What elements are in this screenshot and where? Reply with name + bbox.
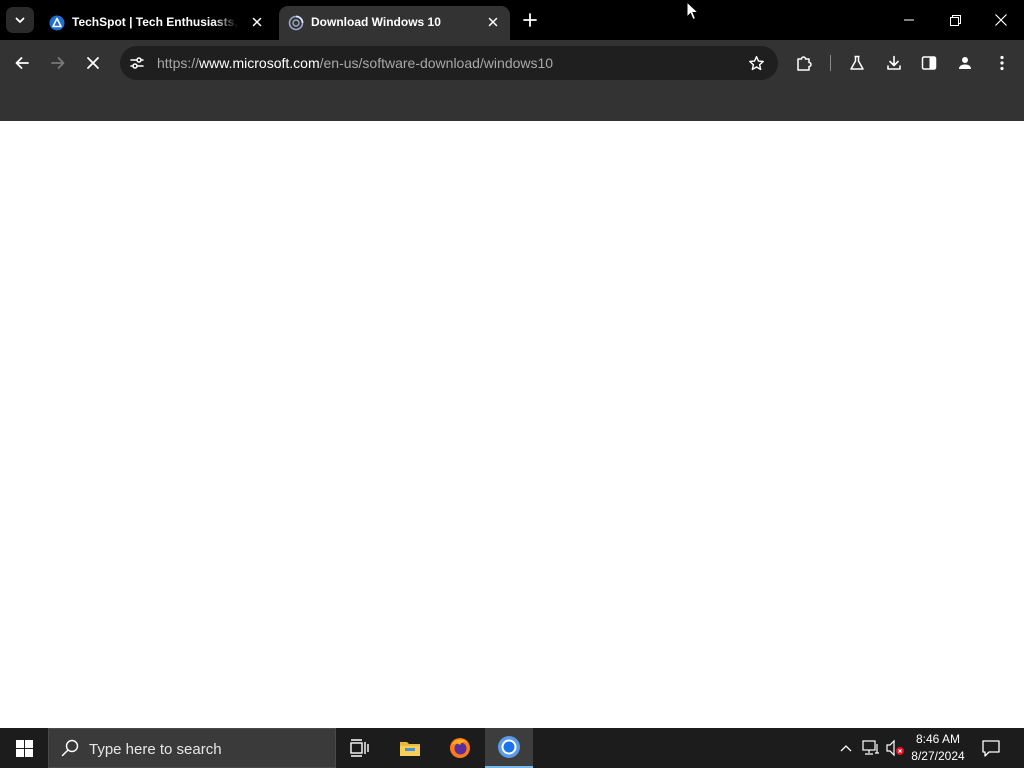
windows-logo-icon [15,739,33,757]
tab-search-button[interactable] [6,7,34,33]
tab-strip: TechSpot | Tech Enthusiasts, Power Users… [0,0,1024,40]
flask-icon [850,55,864,70]
forward-button[interactable] [44,49,72,77]
arrow-right-icon [51,57,65,69]
labs-button[interactable] [843,49,871,77]
minimize-button[interactable] [886,0,932,40]
search-placeholder: Type here to search [89,741,222,758]
stop-loading-button[interactable] [79,49,107,77]
downloads-button[interactable] [880,49,908,77]
action-center-button[interactable] [980,738,1002,758]
extensions-button[interactable] [790,49,818,77]
arrow-left-icon [15,57,29,69]
page-content [0,121,1024,728]
url-scheme: https:// [157,55,200,71]
taskbar: Type here to search 8:46 AM 8/27/2024 [0,728,1024,768]
firefox-icon [450,738,470,758]
browser-toolbar: https://www.microsoft.com/en-us/software… [0,40,1024,86]
folder-icon [400,742,420,756]
task-view-button[interactable] [336,728,384,768]
task-view-icon [350,739,369,757]
volume-muted-icon[interactable] [885,738,905,758]
download-icon [887,55,901,70]
new-tab-button[interactable] [519,9,541,31]
plus-icon [523,13,537,27]
search-icon [61,739,79,757]
taskbar-search-box[interactable]: Type here to search [48,728,336,768]
clock-date: 8/27/2024 [911,749,965,763]
puzzle-icon [797,56,812,71]
minimize-icon [904,19,914,21]
close-icon [995,14,1007,26]
close-icon [87,57,99,69]
loading-globe-icon [288,15,304,31]
show-hidden-icons-button[interactable] [836,738,856,758]
notification-icon [982,739,1000,757]
close-tab-icon[interactable] [485,14,501,30]
more-vertical-icon [1000,55,1004,71]
techspot-icon [49,15,65,31]
tab-techspot[interactable]: TechSpot | Tech Enthusiasts, Power Users [40,6,274,40]
firefox-button[interactable] [436,728,484,768]
url-path: /en-us/software-download/windows10 [319,55,554,71]
back-button[interactable] [8,49,36,77]
tab-title: Download Windows 10 [311,15,441,29]
taskbar-clock[interactable]: 8:46 AM 8/27/2024 [908,731,968,765]
side-panel-button[interactable] [915,49,943,77]
network-icon[interactable] [861,738,881,758]
tab-download-windows-10[interactable]: Download Windows 10 [279,6,510,40]
toolbar-divider [830,55,831,71]
clock-time: 8:46 AM [915,732,961,746]
close-tab-icon[interactable] [249,14,265,30]
site-settings-icon[interactable] [128,54,146,72]
restore-button[interactable] [932,0,978,40]
mouse-cursor-icon [686,1,700,21]
address-bar[interactable]: https://www.microsoft.com/en-us/software… [120,46,778,80]
side-panel-icon [921,56,937,70]
restore-icon [949,14,961,26]
chevron-up-icon [840,745,852,752]
profile-button[interactable] [951,49,979,77]
bookmark-star-icon[interactable] [747,54,765,72]
person-icon [959,57,971,69]
start-button[interactable] [0,728,48,768]
chevron-down-icon [15,17,25,23]
chrome-button[interactable] [485,728,533,768]
url-host: www.microsoft.com [199,55,320,71]
chrome-icon [498,736,520,758]
toolbar-strip [0,86,1024,121]
url-text: https://www.microsoft.com/en-us/software… [157,55,553,71]
file-explorer-button[interactable] [386,728,434,768]
menu-button[interactable] [988,49,1016,77]
tab-title: TechSpot | Tech Enthusiasts, Power Users [72,15,238,29]
close-window-button[interactable] [978,0,1024,40]
